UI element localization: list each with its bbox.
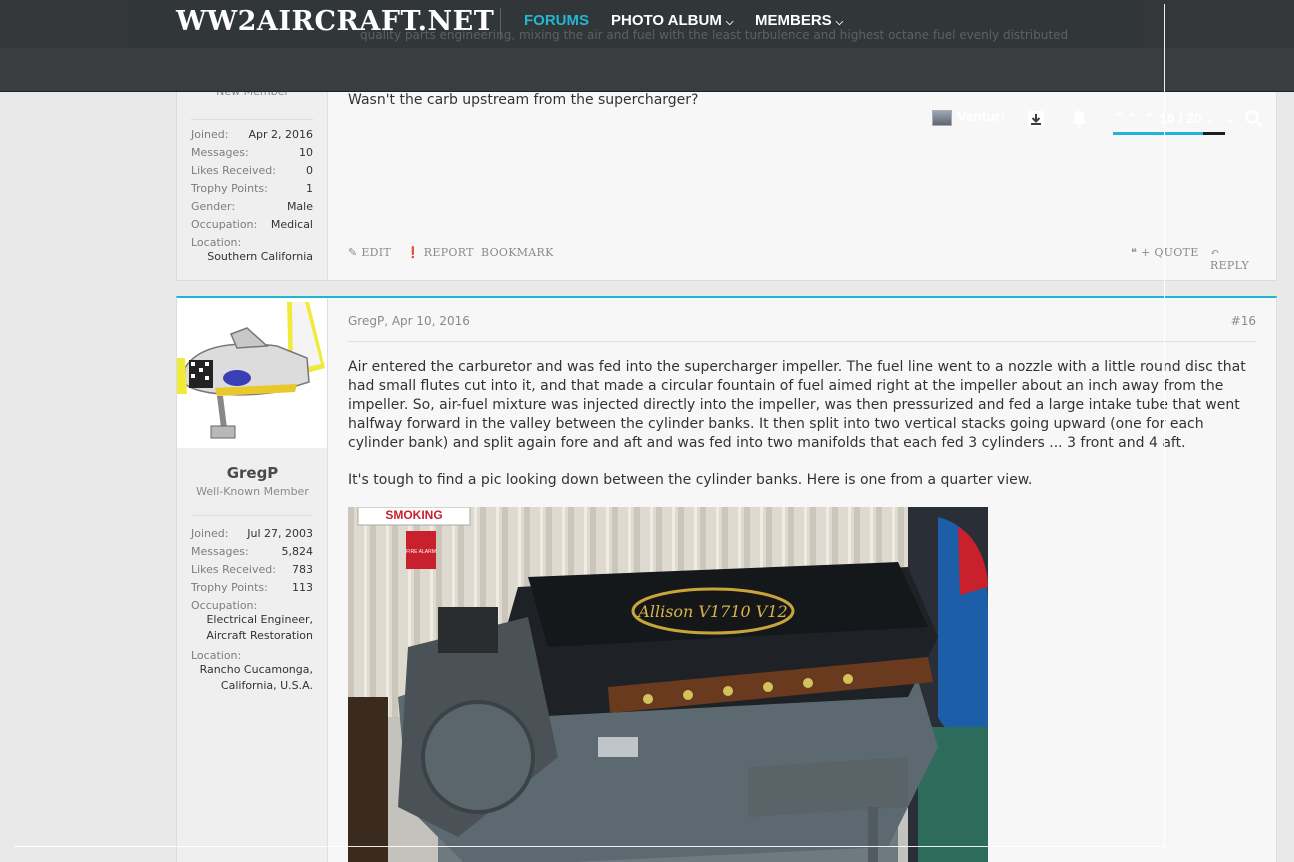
nav-divider (500, 8, 501, 40)
bell-icon[interactable] (1068, 108, 1090, 130)
first-page-icon[interactable]: ⌃⌃ (1114, 110, 1137, 126)
bookmark-label: BOOKMARK (481, 246, 554, 259)
username-link[interactable]: GregP (177, 464, 328, 482)
pager-current: 16 (1158, 110, 1175, 126)
stat-label: Gender: (191, 200, 236, 213)
report-icon: ❗ (406, 246, 420, 259)
post-user-pane: GregP Well-Known Member Joined: Jul 27, 2… (177, 298, 328, 862)
stat-value: Male (286, 200, 313, 213)
overlay-line (1164, 4, 1165, 849)
stat-value: 783 (292, 563, 313, 576)
user-avatar[interactable] (932, 110, 952, 126)
edit-label: EDIT (361, 246, 392, 259)
stat-occupation: Occupation: Medical (191, 218, 313, 231)
stat-value: Electrical Engineer, (206, 613, 313, 626)
user-toolbar: Venturi ⌃⌃ ⌃ 16 / 20 ⌄ ⌄ (0, 48, 1294, 135)
username-link[interactable]: Venturi (957, 108, 1004, 124)
post-meta[interactable]: GregP, Apr 10, 2016 (348, 314, 470, 328)
stat-label: Trophy Points: (191, 581, 268, 594)
stat-gender: Gender: Male (191, 200, 313, 213)
pager-total: 20 (1186, 110, 1202, 126)
divider (191, 515, 313, 516)
prev-page-icon[interactable]: ⌃ (1143, 110, 1155, 126)
stat-messages: Messages: 10 (191, 146, 313, 159)
user-role: Well-Known Member (196, 485, 309, 498)
stat-value: Aircraft Restoration (206, 629, 313, 642)
stat-value: Southern California (207, 250, 313, 263)
divider (348, 341, 1256, 342)
stat-label: Occupation: (191, 218, 258, 231)
stat-label: Location: (191, 649, 242, 662)
stat-location: Location: Rancho Cucamonga, California, … (191, 649, 313, 694)
bookmark-button[interactable]: BOOKMARK (481, 246, 554, 259)
chevron-down-icon[interactable]: ⌄ (1206, 115, 1214, 126)
stat-value: 0 (306, 164, 313, 177)
nav-forums-label: FORUMS (524, 12, 589, 29)
stat-label: Joined: (191, 527, 229, 540)
edit-button[interactable]: ✎ EDIT (348, 246, 391, 259)
stat-likes: Likes Received: 0 (191, 164, 313, 177)
inbox-icon[interactable] (1025, 108, 1047, 130)
divider (191, 119, 313, 120)
stat-value: Medical (270, 218, 313, 231)
fire-alarm-text: FIRE ALARM (406, 549, 436, 555)
user-avatar[interactable] (177, 298, 327, 448)
sign-text: SMOKING (385, 508, 442, 522)
post-message: It's tough to find a pic looking down be… (348, 472, 1033, 488)
quote-label: + QUOTE (1141, 246, 1199, 259)
stat-value: 5,824 (281, 545, 314, 558)
stat-trophy: Trophy Points: 1 (191, 182, 313, 195)
nav-members[interactable]: MEMBERS ⌵ (755, 12, 843, 29)
post-number[interactable]: #16 (1231, 314, 1256, 328)
stat-label: Trophy Points: (191, 182, 268, 195)
stat-value: Rancho Cucamonga, (199, 663, 313, 676)
post-message: Wasn't the carb upstream from the superc… (348, 92, 699, 108)
stat-joined: Joined: Apr 2, 2016 (191, 128, 313, 141)
stat-joined: Joined: Jul 27, 2003 (191, 527, 313, 540)
stat-messages: Messages: 5,824 (191, 545, 313, 558)
engine-photo[interactable]: SMOKING FIRE ALARM Allison V1710 V12 (348, 507, 988, 862)
chevron-down-icon: ⌵ (725, 17, 734, 28)
report-label: REPORT (423, 246, 474, 259)
stat-location: Location: Southern California (191, 236, 313, 265)
post-16: GregP Well-Known Member Joined: Jul 27, 2… (176, 296, 1277, 862)
stat-label: Location: (191, 236, 242, 249)
nav-photo-album[interactable]: PHOTO ALBUM ⌵ (611, 12, 733, 29)
stat-trophy: Trophy Points: 113 (191, 581, 313, 594)
stat-likes: Likes Received: 783 (191, 563, 313, 576)
stat-value: 1 (306, 182, 313, 195)
stat-label: Likes Received: (191, 563, 276, 576)
last-page-icon[interactable]: ⌄ (1224, 110, 1236, 126)
site-header: quality parts engineering, mixing the ai… (0, 0, 1294, 48)
stat-label: Likes Received: (191, 164, 276, 177)
engine-badge-text: Allison V1710 V12 (636, 602, 787, 621)
stat-value: California, U.S.A. (220, 679, 313, 692)
pager-progress (1113, 132, 1225, 135)
reply-icon: ↶ (1210, 246, 1220, 259)
reply-label: REPLY (1210, 259, 1250, 272)
stat-value: 113 (292, 581, 313, 594)
report-button[interactable]: ❗ REPORT (406, 246, 474, 259)
site-logo[interactable]: WW2AIRCRAFT.NET (176, 6, 494, 37)
thread-pager[interactable]: ⌃⌃ ⌃ 16 / 20 ⌄ ⌄ (1114, 110, 1236, 127)
nav-forums[interactable]: FORUMS (524, 12, 589, 29)
stat-value: 10 (299, 146, 313, 159)
overlay-line (14, 846, 1164, 847)
stat-value: Apr 2, 2016 (248, 128, 313, 141)
chevron-down-icon: ⌵ (835, 17, 844, 28)
pager-progress-fill (1113, 132, 1203, 135)
stat-label: Messages: (191, 146, 249, 159)
stat-occupation: Occupation: Electrical Engineer, Aircraf… (191, 599, 313, 644)
stat-label: Joined: (191, 128, 229, 141)
quote-icon: ❝ (1131, 246, 1138, 259)
stat-value: Jul 27, 2003 (247, 527, 313, 540)
stat-label: Occupation: (191, 599, 258, 612)
post-message: Air entered the carburetor and was fed i… (348, 359, 1246, 451)
search-icon[interactable] (1243, 108, 1265, 130)
nav-photo-album-label: PHOTO ALBUM (611, 12, 722, 29)
nav-members-label: MEMBERS (755, 12, 832, 29)
reply-button[interactable]: ↶ REPLY (1210, 246, 1256, 272)
stat-label: Messages: (191, 545, 249, 558)
